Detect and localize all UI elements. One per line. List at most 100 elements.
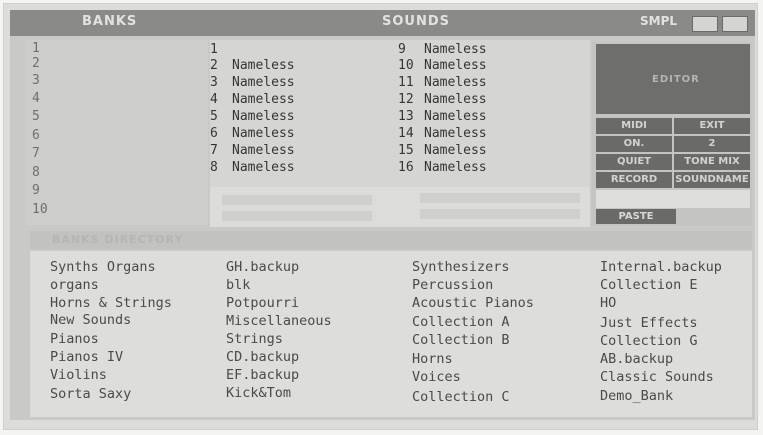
sound-name: Nameless	[232, 143, 295, 158]
sound-number: 15	[398, 143, 414, 158]
midi-channel-value[interactable]: 2	[674, 136, 750, 152]
sound-edit-area[interactable]	[210, 187, 590, 227]
bank-item[interactable]: 7	[32, 147, 40, 161]
bank-item[interactable]: 3	[32, 74, 40, 88]
sound-number: 5	[210, 109, 218, 124]
list-item[interactable]: Synths Organs	[50, 259, 156, 275]
list-item[interactable]: Collection A	[412, 314, 510, 330]
sound-name: Nameless	[424, 126, 487, 141]
sound-name: Nameless	[424, 42, 487, 57]
sound-number: 6	[210, 126, 218, 141]
editor-button[interactable]: EDITOR	[596, 44, 750, 114]
sound-number: 14	[398, 126, 414, 141]
window-button-2[interactable]	[722, 16, 748, 32]
bank-item[interactable]: 1	[32, 42, 40, 56]
sound-number: 11	[398, 75, 414, 90]
bank-item[interactable]: 2	[32, 57, 40, 71]
list-item[interactable]: Collection E	[600, 277, 698, 293]
list-item[interactable]: Horns & Strings	[50, 295, 172, 311]
sound-name-button[interactable]: SOUNDNAME	[674, 172, 750, 188]
bank-item[interactable]: 10	[32, 203, 48, 217]
sounds-panel: 1 2 Nameless 3 Nameless 4 Nameless 5 Nam…	[210, 40, 590, 187]
sound-number: 3	[210, 75, 218, 90]
list-item[interactable]: GH.backup	[226, 259, 299, 275]
list-item[interactable]: Voices	[412, 369, 461, 385]
sound-name: Nameless	[232, 92, 295, 107]
sound-name: Nameless	[424, 160, 487, 175]
edit-stripe	[222, 211, 372, 221]
list-item[interactable]: AB.backup	[600, 351, 673, 367]
brand-logo: SMPL	[640, 14, 678, 28]
list-item[interactable]: Collection B	[412, 332, 510, 348]
directory-bar: BANKS DIRECTORY	[30, 231, 752, 249]
sound-name: Nameless	[232, 109, 295, 124]
banks-title: BANKS	[82, 14, 138, 29]
list-item[interactable]: Demo_Bank	[600, 388, 673, 404]
bank-item[interactable]: 9	[32, 184, 40, 198]
list-item[interactable]: Pianos	[50, 331, 99, 347]
banks-panel: 1 2 3 4 5 6 7 8 9 10	[26, 40, 208, 225]
midi-button[interactable]: MIDI	[596, 118, 672, 134]
bank-item[interactable]: 4	[32, 92, 40, 106]
bank-item[interactable]: 5	[32, 110, 40, 124]
sound-name: Nameless	[232, 75, 295, 90]
sound-number: 7	[210, 143, 218, 158]
sound-number: 1	[210, 42, 218, 57]
title-bar: BANKS SOUNDS SMPL	[10, 10, 755, 36]
editor-panel: EDITOR MIDI EXIT ON. 2 QUIET TONE MIX RE…	[592, 42, 752, 226]
list-item[interactable]: organs	[50, 277, 99, 293]
quiet-button[interactable]: QUIET	[596, 154, 672, 170]
sound-number: 10	[398, 58, 414, 73]
list-item[interactable]: Just Effects	[600, 315, 698, 331]
sounds-title: SOUNDS	[382, 14, 451, 29]
list-item[interactable]: Acoustic Pianos	[412, 295, 534, 311]
sound-name: Nameless	[424, 75, 487, 90]
edit-stripe	[420, 193, 580, 203]
list-item[interactable]: Classic Sounds	[600, 369, 714, 385]
editor-label: EDITOR	[652, 74, 700, 85]
list-item[interactable]: EF.backup	[226, 367, 299, 383]
window-button-1[interactable]	[692, 16, 718, 32]
list-item[interactable]: Percussion	[412, 277, 493, 293]
sound-name: Nameless	[424, 92, 487, 107]
list-item[interactable]: Strings	[226, 331, 283, 347]
sound-number: 2	[210, 58, 218, 73]
list-item[interactable]: Collection G	[600, 333, 698, 349]
list-item[interactable]: Kick&Tom	[226, 385, 291, 401]
list-item[interactable]: Pianos IV	[50, 349, 123, 365]
tone-mix-button[interactable]: TONE MIX	[674, 154, 750, 170]
sound-name: Nameless	[424, 109, 487, 124]
sound-name: Nameless	[232, 160, 295, 175]
paste-button[interactable]: PASTE	[596, 209, 676, 224]
sound-number: 16	[398, 160, 414, 175]
sound-number: 8	[210, 160, 218, 175]
sound-number: 9	[398, 42, 406, 57]
bank-item[interactable]: 6	[32, 129, 40, 143]
list-item[interactable]: Miscellaneous	[226, 313, 332, 329]
sound-name: Nameless	[232, 58, 295, 73]
list-item[interactable]: Potpourri	[226, 295, 299, 311]
sound-name-field[interactable]	[596, 190, 750, 208]
record-button[interactable]: RECORD	[596, 172, 672, 188]
list-item[interactable]: CD.backup	[226, 349, 299, 365]
exit-button[interactable]: EXIT	[674, 118, 750, 134]
sound-number: 13	[398, 109, 414, 124]
list-item[interactable]: New Sounds	[50, 312, 131, 328]
list-item[interactable]: Synthesizers	[412, 259, 510, 275]
list-item[interactable]: Internal.backup	[600, 259, 722, 275]
list-item[interactable]: Violins	[50, 367, 107, 383]
sound-number: 4	[210, 92, 218, 107]
sound-name: Nameless	[424, 58, 487, 73]
sound-number: 12	[398, 92, 414, 107]
list-item[interactable]: Horns	[412, 351, 453, 367]
list-item[interactable]: Sorta Saxy	[50, 386, 131, 402]
midi-on-toggle[interactable]: ON.	[596, 136, 672, 152]
bank-file-list: Synths Organs organs Horns & Strings New…	[30, 251, 752, 417]
list-item[interactable]: Collection C	[412, 389, 510, 405]
sound-name: Nameless	[424, 143, 487, 158]
list-item[interactable]: HO	[600, 295, 616, 311]
list-item[interactable]: blk	[226, 277, 250, 293]
directory-label: BANKS DIRECTORY	[52, 233, 184, 246]
bank-item[interactable]: 8	[32, 166, 40, 180]
edit-stripe	[420, 209, 580, 219]
